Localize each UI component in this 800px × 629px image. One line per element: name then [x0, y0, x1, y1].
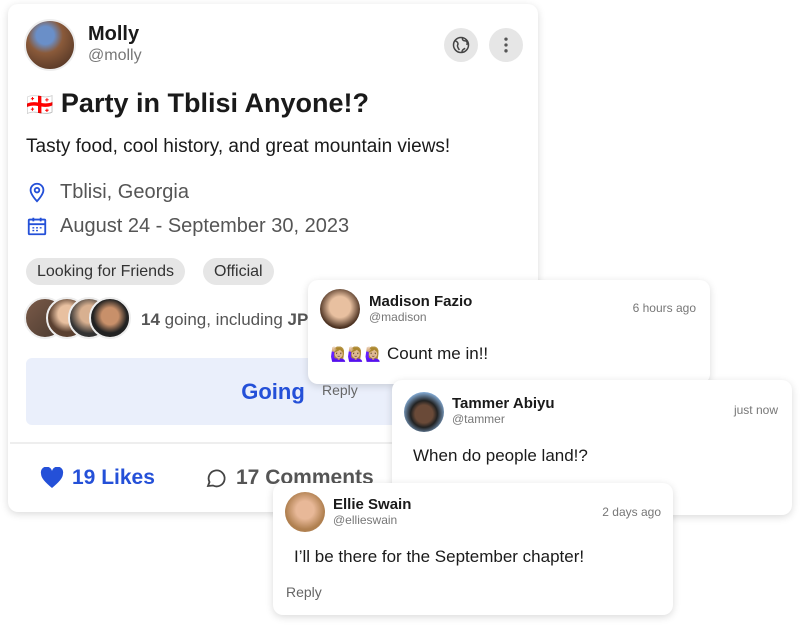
comment-card: Madison Fazio @madison 6 hours ago 🙋🏼‍♀️…: [308, 280, 710, 398]
attendee-count: 14: [141, 310, 160, 329]
commenter-handle: @tammer: [452, 412, 505, 426]
title-text: Party in Tblisi Anyone!?: [60, 88, 369, 118]
post-description: Tasty food, cool history, and great moun…: [26, 136, 451, 157]
commenter-avatar[interactable]: [285, 492, 325, 532]
comment-text: When do people land!?: [413, 446, 588, 465]
author-avatar[interactable]: [24, 19, 76, 71]
georgia-flag-icon: 🇬🇪: [26, 92, 54, 117]
calendar-icon: [27, 217, 47, 236]
globe-icon: [452, 36, 470, 54]
commenter-avatar[interactable]: [404, 392, 444, 432]
raising-hand-emoji-icon: 🙋🏼‍♀️🙋🏼‍♀️🙋🏼‍♀️: [330, 346, 383, 362]
heart-icon: [40, 467, 64, 488]
post-title: 🇬🇪 Party in Tblisi Anyone!?: [26, 88, 369, 119]
author-name[interactable]: Molly: [88, 23, 139, 46]
reply-button[interactable]: Reply: [286, 584, 322, 600]
likes-count: 19 Likes: [72, 466, 155, 489]
tag-looking-for-friends[interactable]: Looking for Friends: [26, 258, 185, 285]
author-handle: @molly: [88, 47, 142, 64]
like-button[interactable]: 19 Likes: [40, 466, 155, 490]
comment-time: 6 hours ago: [632, 301, 696, 315]
attendee-text: going, including: [159, 310, 288, 329]
location-pin-icon: [29, 182, 45, 203]
comment-card: Ellie Swain @ellieswain 2 days ago I’ll …: [273, 483, 673, 615]
commenter-name[interactable]: Tammer Abiyu: [452, 395, 555, 412]
comment-time: 2 days ago: [602, 505, 661, 519]
comment-text: 🙋🏼‍♀️🙋🏼‍♀️🙋🏼‍♀️ Count me in!!: [330, 344, 488, 364]
going-label: Going: [241, 379, 305, 404]
comment-text: I’ll be there for the September chapter!: [294, 547, 585, 566]
more-options-button[interactable]: [489, 28, 523, 62]
attendees-summary[interactable]: 14 going, including JP: [141, 310, 308, 330]
commenter-name[interactable]: Madison Fazio: [369, 293, 472, 310]
comment-time: just now: [733, 403, 778, 417]
tag-official[interactable]: Official: [203, 258, 274, 285]
event-location: Tblisi, Georgia: [60, 181, 189, 203]
commenter-handle: @madison: [369, 310, 427, 324]
comment-bubble-icon: [206, 469, 226, 488]
reply-button[interactable]: Reply: [322, 382, 358, 398]
comment-body: Count me in!!: [387, 344, 489, 363]
event-dates: August 24 - September 30, 2023: [60, 215, 350, 237]
attendee-avatar[interactable]: [89, 297, 131, 339]
commenter-name[interactable]: Ellie Swain: [333, 496, 411, 513]
visibility-button[interactable]: [444, 28, 478, 62]
more-vertical-icon: [504, 37, 508, 53]
commenter-avatar[interactable]: [320, 289, 360, 329]
commenter-handle: @ellieswain: [333, 513, 398, 527]
attendee-names: JP: [287, 310, 309, 329]
